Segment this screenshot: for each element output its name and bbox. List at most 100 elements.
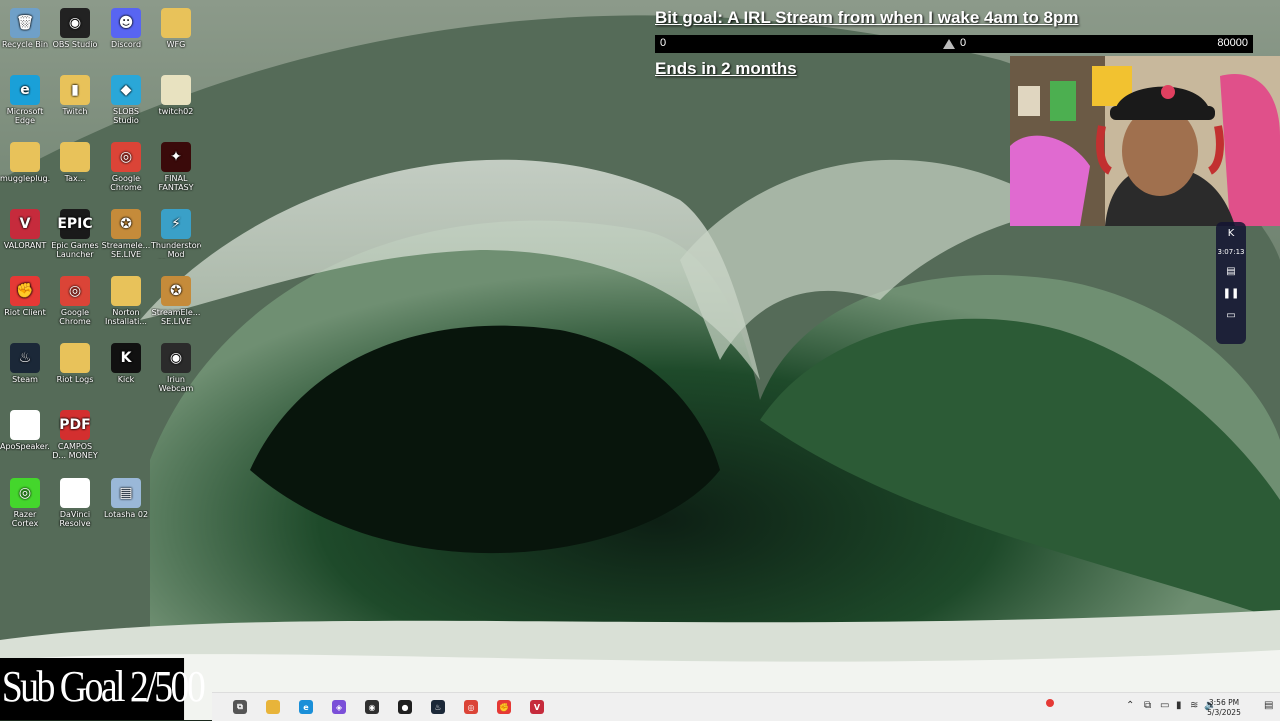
- desktop-app-icon: ◉: [161, 343, 191, 373]
- desktop-app-icon: ◎: [111, 142, 141, 172]
- desktop-icon-label: Streamele... SE.LIVE: [101, 241, 151, 259]
- desktop-icon[interactable]: ♨ Steam: [0, 339, 50, 401]
- wifi-icon[interactable]: ≋: [1190, 700, 1198, 711]
- desktop-icon[interactable]: ◉ Iriun Webcam: [151, 339, 201, 401]
- desktop-icon[interactable]: PDF CAMPOS D... MONEY L...: [50, 406, 100, 468]
- taskbar-edge-button[interactable]: e: [295, 697, 317, 717]
- desktop-icon-label: VALORANT: [3, 241, 47, 250]
- desktop-app-icon: ▤: [111, 478, 141, 508]
- desktop-icon[interactable]: ✦ FINAL FANTASY XI...: [151, 138, 201, 200]
- desktop-icon[interactable]: V VALORANT: [0, 205, 50, 267]
- taskbar-chrome-button[interactable]: ◎: [460, 697, 482, 717]
- desktop-icon[interactable]: ✊ Riot Client: [0, 272, 50, 334]
- desktop-icon[interactable]: K Kick: [101, 339, 151, 401]
- taskbar-valorant-button[interactable]: V: [526, 697, 548, 717]
- taskbar-obs-button[interactable]: ◉: [361, 697, 383, 717]
- desktop-app-icon: e: [10, 75, 40, 105]
- desktop-app-icon: PDF: [59, 410, 91, 440]
- desktop-app-icon: ▮: [60, 75, 90, 105]
- desktop-icon-label: Recycle Bin: [1, 40, 49, 49]
- desktop-icon[interactable]: Tax...: [50, 138, 100, 200]
- battery-icon[interactable]: ▮: [1176, 700, 1182, 711]
- sub-goal-label: Sub Goal 2/500: [0, 658, 206, 720]
- kick-extension-icon: ●: [398, 700, 412, 714]
- desktop-icon[interactable]: Norton Installati...: [101, 272, 151, 334]
- display-icon[interactable]: ▭: [1160, 700, 1169, 711]
- desktop-icon[interactable]: ▮ Twitch: [50, 71, 100, 133]
- desktop-icon[interactable]: ◎ Google Chrome: [101, 138, 151, 200]
- desktop-app-icon: ◎: [10, 478, 40, 508]
- desktop-icon[interactable]: EPIC Epic Games Launcher: [50, 205, 100, 267]
- desktop-icon-label: Twitch: [62, 107, 88, 116]
- webcam-feed: [1010, 56, 1280, 226]
- taskbar-task-view-button[interactable]: ⧉: [229, 697, 251, 717]
- desktop-app-icon: 🗑: [10, 8, 40, 38]
- desktop-icon-label: Google Chrome: [59, 308, 91, 326]
- kick-logo-icon: K: [1227, 227, 1235, 239]
- desktop-app-icon: ◎: [60, 276, 90, 306]
- desktop-icon[interactable]: WFG: [151, 4, 201, 66]
- desktop-icon-label: Kick: [117, 375, 135, 384]
- notes-icon[interactable]: ▤: [1216, 260, 1246, 282]
- pause-icon[interactable]: ❚❚: [1216, 282, 1246, 304]
- desktop-icon[interactable]: ApoSpeaker...: [0, 406, 50, 468]
- desktop-icon[interactable]: ✪ Streamele... SE.LIVE: [101, 205, 151, 267]
- bit-goal-title: Bit goal: A IRL Stream from when I wake …: [655, 8, 1079, 27]
- recording-time: 3:07:13: [1217, 248, 1245, 256]
- taskbar: ⧉ e ◈ ◉ ● ♨ ◎ ✊ V ⌃ ⧉ ▭ ▮ ≋ 🔈 ▤: [212, 692, 1280, 721]
- clock-time: 3:56 PM: [1208, 698, 1240, 707]
- desktop-icon-label: twitch02: [158, 107, 194, 116]
- desktop-icon[interactable]: Riot Logs: [50, 339, 100, 401]
- taskbar-riot-button[interactable]: ✊: [493, 697, 515, 717]
- taskbar-app-purple-button[interactable]: ◈: [328, 697, 350, 717]
- desktop-app-icon: [111, 276, 141, 306]
- desktop-app-icon: ♨: [10, 343, 40, 373]
- bit-goal-min: 0: [660, 37, 667, 49]
- desktop-icon-label: CAMPOS D... MONEY L...: [52, 442, 98, 460]
- obs-icon: ◉: [365, 700, 379, 714]
- desktop-app-icon: [60, 343, 90, 373]
- network-share-icon[interactable]: ⧉: [1144, 700, 1151, 711]
- desktop-icon[interactable]: 🗑 Recycle Bin: [0, 4, 50, 66]
- desktop-icon[interactable]: ⚡ Thunderstore Mod Manager: [151, 205, 201, 267]
- desktop-icon[interactable]: muggleplug...: [0, 138, 50, 200]
- desktop-app-icon: V: [10, 209, 40, 239]
- desktop-icon[interactable]: ◎ Google Chrome: [50, 272, 100, 334]
- desktop-icon[interactable]: ◉ OBS Studio: [50, 4, 100, 66]
- desktop-icon[interactable]: twitch02: [151, 71, 201, 133]
- desktop-icon-label: OBS Studio: [52, 40, 98, 49]
- taskbar-file-explorer-button[interactable]: [262, 697, 284, 717]
- desktop-icon-label: Microsoft Edge: [6, 107, 44, 125]
- desktop-icon[interactable]: ◆ SLOBS Studio: [101, 71, 151, 133]
- desktop-app-icon: ⚡: [161, 209, 191, 239]
- desktop-app-icon: ✪: [161, 276, 191, 306]
- desktop-icon[interactable]: e Microsoft Edge: [0, 71, 50, 133]
- desktop-app-icon: [161, 8, 191, 38]
- desktop-app-icon: ✊: [10, 276, 40, 306]
- progress-marker-icon: [943, 39, 955, 49]
- valorant-icon: V: [530, 700, 544, 714]
- taskbar-clock[interactable]: 3:56 PM 5/3/2025: [1206, 694, 1242, 718]
- desktop-icon[interactable]: ☻ Discord: [101, 4, 151, 66]
- desktop-icon[interactable]: ✪ StreamEle... SE.LIVE: [151, 272, 201, 334]
- desktop-icon-label: Discord: [110, 40, 142, 49]
- task-view-icon: ⧉: [233, 700, 247, 714]
- desktop-icon[interactable]: ◎ Razer Cortex: [0, 474, 50, 536]
- desktop-app-icon: [60, 478, 90, 508]
- tray-overflow-icon[interactable]: ⌃: [1126, 700, 1134, 711]
- taskbar-kick-extension-button[interactable]: ●: [394, 697, 416, 717]
- system-tray: ⌃ ⧉ ▭ ▮ ≋ 🔈 ▤: [1120, 693, 1280, 721]
- desktop-app-icon: ◉: [60, 8, 90, 38]
- camera-icon[interactable]: ▭: [1216, 304, 1246, 326]
- desktop-icon-label: Iriun Webcam: [158, 375, 194, 393]
- desktop-app-icon: [60, 142, 90, 172]
- desktop-app-icon: EPIC: [57, 209, 93, 239]
- notifications-icon[interactable]: ▤: [1264, 700, 1273, 711]
- chrome-icon: ◎: [464, 700, 478, 714]
- desktop-icon-label: ApoSpeaker...: [0, 442, 50, 451]
- clock-date: 5/3/2025: [1207, 708, 1241, 717]
- taskbar-steam-button[interactable]: ♨: [427, 697, 449, 717]
- desktop-icon[interactable]: ▤ Lotasha 02: [101, 474, 151, 536]
- desktop-icon-label: Tax...: [64, 174, 86, 183]
- desktop-icon[interactable]: DaVinci Resolve: [50, 474, 100, 536]
